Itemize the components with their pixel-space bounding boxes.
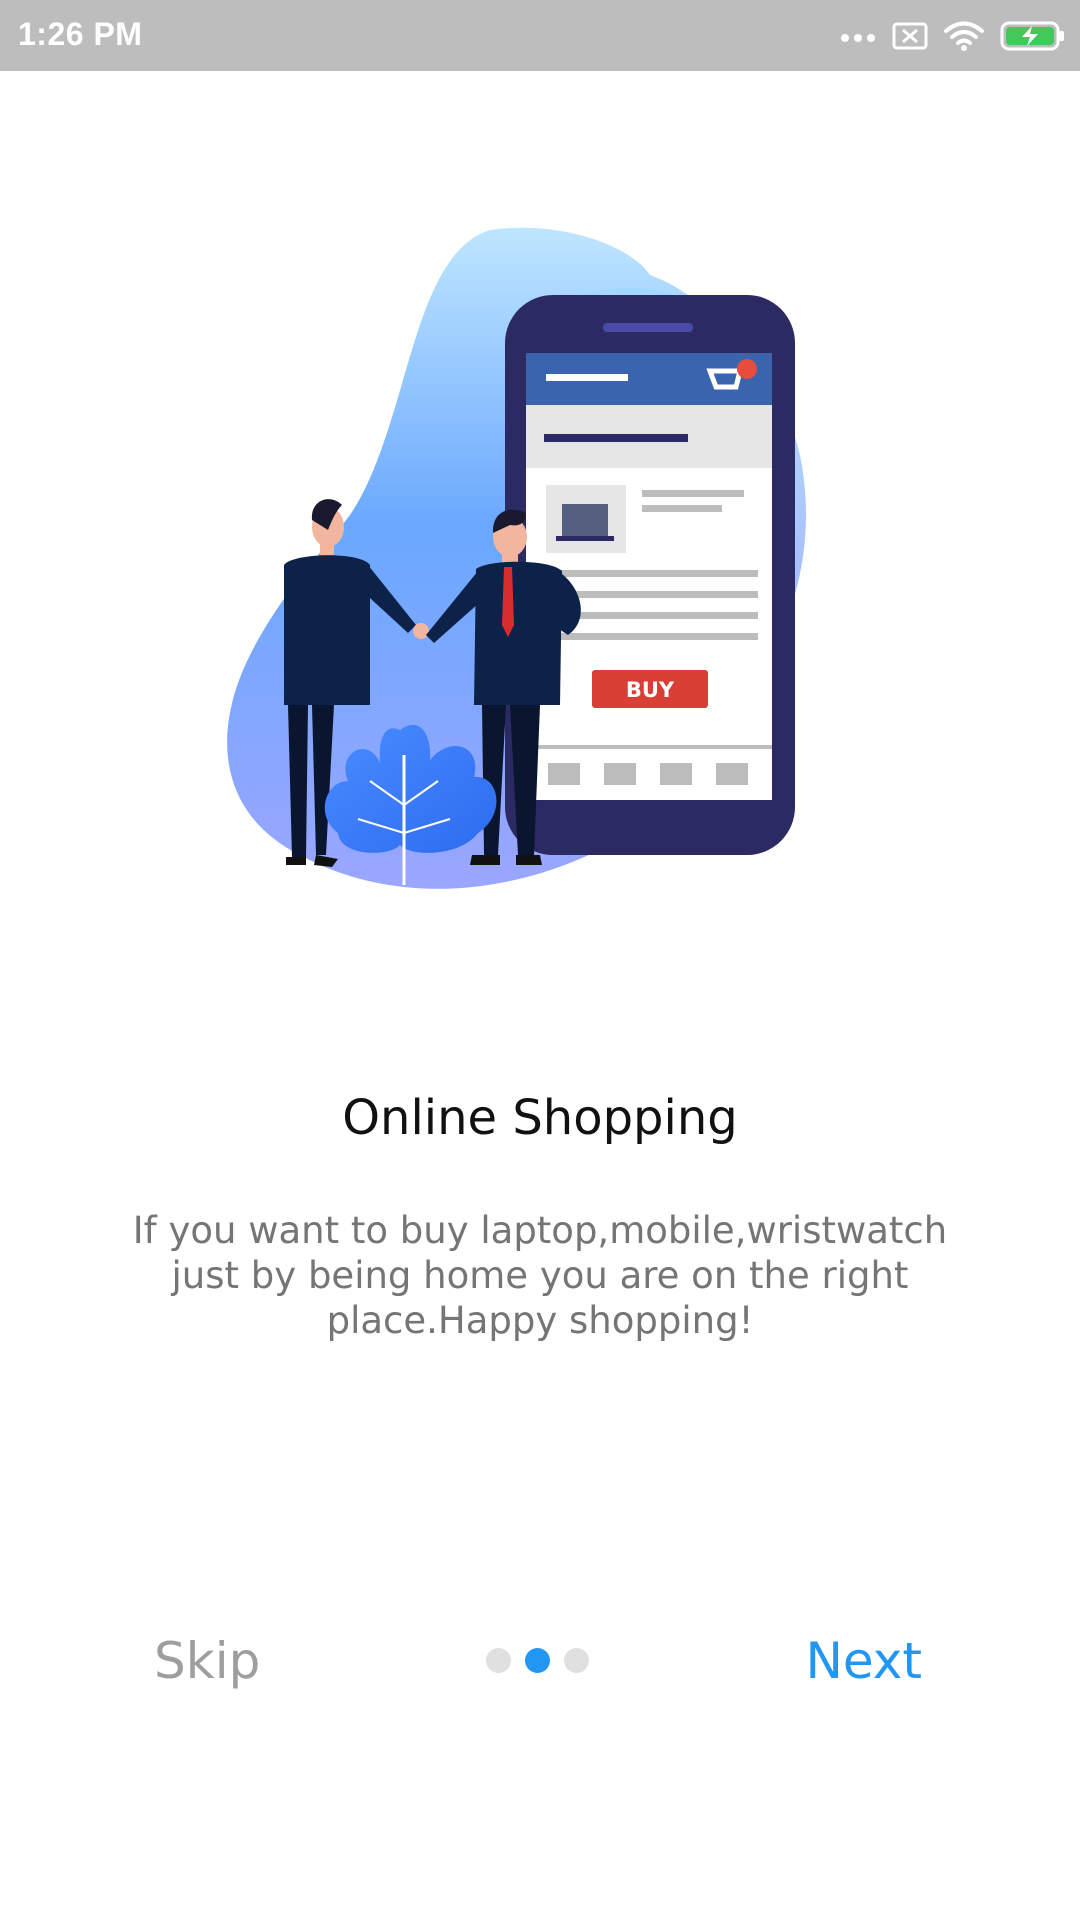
page-dot-2-active (525, 1648, 550, 1673)
wifi-icon (944, 20, 984, 52)
buy-button-label: BUY (626, 678, 675, 702)
page-dot-1 (486, 1648, 511, 1673)
sim-x-icon (892, 22, 928, 50)
status-icons (840, 16, 1066, 56)
skip-button[interactable]: Skip (154, 1632, 260, 1690)
more-dots-icon (840, 30, 876, 42)
page-indicator (486, 1648, 589, 1673)
onboarding-title: Online Shopping (342, 1090, 738, 1146)
page-dot-3 (564, 1648, 589, 1673)
next-button[interactable]: Next (806, 1632, 922, 1690)
status-bar: 1:26 PM (0, 0, 1080, 71)
onboarding-description: If you want to buy laptop,mobile,wristwa… (132, 1209, 948, 1342)
battery-charging-icon (1000, 21, 1066, 51)
onboarding-illustration: BUY (210, 215, 870, 915)
status-time: 1:26 PM (18, 16, 143, 52)
